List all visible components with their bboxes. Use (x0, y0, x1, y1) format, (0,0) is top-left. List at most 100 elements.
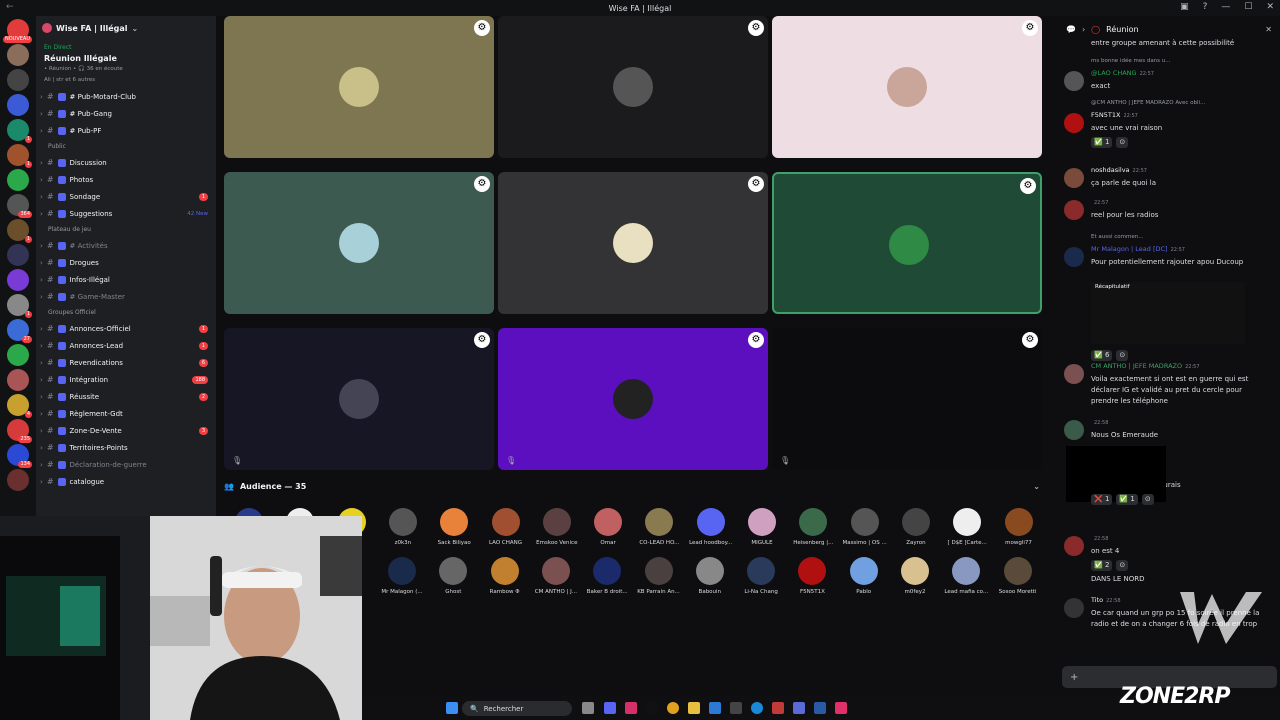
channel-item[interactable]: › # Discussion (36, 154, 216, 171)
minimize-icon[interactable]: — (1221, 2, 1230, 12)
server-icon[interactable] (7, 344, 29, 366)
avatar[interactable] (1064, 247, 1084, 267)
server-icon[interactable] (7, 44, 29, 66)
plus-icon[interactable]: + (1070, 672, 1078, 683)
app-icon[interactable] (814, 702, 826, 714)
attachment-image[interactable]: Récapitulatif (1091, 282, 1245, 344)
avatar[interactable] (1064, 598, 1084, 618)
video-tile[interactable]: ⚙ (498, 172, 768, 314)
chevron-down-icon[interactable]: ⌄ (1033, 482, 1040, 491)
channel-category[interactable]: Plateau de jeu (36, 222, 216, 237)
app-icon[interactable] (730, 702, 742, 714)
video-tile[interactable]: ⚙ (772, 172, 1042, 314)
reaction-chip[interactable]: ⊙ (1116, 137, 1129, 148)
video-tile[interactable]: ⚙ (224, 16, 494, 158)
channel-item[interactable]: › # catalogue (36, 473, 216, 490)
avatar[interactable] (1064, 168, 1084, 188)
reply-preview[interactable]: @CM ANTHO | JEFE MADRAZO Avec obli... (1091, 100, 1205, 106)
message-author[interactable]: Mr Malagon | Lead [DC] 22:57 (1091, 245, 1185, 253)
video-tile[interactable]: ⚙ 🎙 (772, 328, 1042, 470)
guild-header[interactable]: Wise FA | Illégal ⌄ (36, 16, 216, 40)
channel-item[interactable]: › # Réussite 2 (36, 388, 216, 405)
tiktok-icon[interactable] (646, 702, 658, 714)
video-tile[interactable]: ⚙ 🎙 (224, 328, 494, 470)
reaction-chip[interactable]: ✅ 1 (1116, 494, 1138, 505)
channel-item[interactable]: › # Règlement-Gdt (36, 405, 216, 422)
back-icon[interactable]: ← (6, 2, 14, 12)
message-author[interactable]: CM ANTHO | JEFE MADRAZO 22:57 (1091, 362, 1200, 370)
audience-member[interactable]: Sosoo Moretti (988, 557, 1048, 595)
video-tile[interactable]: ⚙ (224, 172, 494, 314)
reply-preview[interactable]: Et aussi commen... (1091, 234, 1143, 240)
audience-member[interactable]: mowgli77 (989, 508, 1049, 546)
channel-item[interactable]: › # Drogues (36, 254, 216, 271)
channel-category[interactable]: Groupes Officiel (36, 305, 216, 320)
server-icon[interactable]: NOUVEAU (3, 19, 32, 43)
video-tile[interactable]: ⚙ 🎙 (498, 328, 768, 470)
discord-app-icon[interactable] (604, 702, 616, 714)
message-author[interactable]: 22:57 (1091, 198, 1108, 206)
server-icon[interactable]: 1 (7, 119, 32, 143)
channel-item[interactable]: › # Suggestions 42 New (36, 205, 216, 222)
stream-settings-icon[interactable]: ⚙ (748, 176, 764, 192)
channel-item[interactable]: › # Photos (36, 171, 216, 188)
inbox-icon[interactable]: ▣ (1180, 2, 1189, 12)
server-icon[interactable]: 134 (7, 444, 32, 468)
app-icon[interactable] (625, 702, 637, 714)
taskbar-search[interactable]: 🔍 Rechercher (462, 701, 572, 716)
task-view-icon[interactable] (582, 702, 594, 714)
stage-panel[interactable]: En Direct Réunion Illégale • Réunion • 🎧… (36, 40, 216, 88)
channel-item[interactable]: › # Sondage 1 (36, 188, 216, 205)
tiktok-icon[interactable] (835, 702, 847, 714)
channel-item[interactable]: › # # Pub-Motard-Club (36, 88, 216, 105)
stream-settings-icon[interactable]: ⚙ (474, 20, 490, 36)
stream-settings-icon[interactable]: ⚙ (1022, 332, 1038, 348)
server-icon[interactable]: 1 (7, 294, 32, 318)
message-author[interactable]: Tito 22:58 (1091, 596, 1121, 604)
server-icon[interactable]: 1 (7, 144, 32, 168)
reply-preview[interactable]: ms bonne idée mes dans u... (1091, 58, 1171, 64)
message-author[interactable]: F5N5T1X 22:57 (1091, 111, 1138, 119)
app-icon[interactable] (772, 702, 784, 714)
channel-item[interactable]: › # Annonces-Lead 1 (36, 337, 216, 354)
channel-item[interactable]: › # Revendications 6 (36, 354, 216, 371)
avatar[interactable] (1064, 71, 1084, 91)
server-icon[interactable]: 235 (7, 419, 32, 443)
close-icon[interactable]: ✕ (1265, 25, 1272, 34)
channel-item[interactable]: › # Annonces-Officiel 1 (36, 320, 216, 337)
windows-start-icon[interactable] (446, 702, 458, 714)
audience-header[interactable]: 👥 Audience — 35 ⌄ (224, 478, 1044, 494)
reaction-chip[interactable]: ✅ 2 (1091, 560, 1113, 571)
stream-settings-icon[interactable]: ⚙ (474, 176, 490, 192)
server-icon[interactable] (7, 94, 29, 116)
server-icon[interactable]: 1 (7, 219, 32, 243)
video-tile[interactable]: ⚙ (498, 16, 768, 158)
reaction-chip[interactable]: ❌ 1 (1091, 494, 1113, 505)
avatar[interactable] (1064, 420, 1084, 440)
message-author[interactable]: @LAO CHANG 22:57 (1091, 69, 1154, 77)
channel-item[interactable]: › # Territoires-Points (36, 439, 216, 456)
reaction-chip[interactable]: ⊙ (1116, 350, 1129, 361)
server-icon[interactable] (7, 269, 29, 291)
edge-icon[interactable] (751, 702, 763, 714)
channel-item[interactable]: › # # Activités (36, 237, 216, 254)
server-icon[interactable]: 4 (7, 394, 32, 418)
server-icon[interactable] (7, 69, 29, 91)
help-icon[interactable]: ? (1203, 2, 1208, 12)
channel-item[interactable]: › # Intégration 188 (36, 371, 216, 388)
server-icon[interactable]: 27 (7, 319, 32, 343)
channel-item[interactable]: › # Zone-De-Vente 3 (36, 422, 216, 439)
folder-icon[interactable] (688, 702, 700, 714)
reaction-chip[interactable]: ⊙ (1141, 494, 1154, 505)
channel-category[interactable]: Public (36, 139, 216, 154)
reaction-chip[interactable]: ✅ 6 (1091, 350, 1113, 361)
channel-item[interactable]: › # Infos-Illégal (36, 271, 216, 288)
message-author[interactable]: noshdasilva 22:57 (1091, 166, 1147, 174)
server-icon[interactable] (7, 169, 29, 191)
stream-settings-icon[interactable]: ⚙ (1020, 178, 1036, 194)
avatar[interactable] (1064, 113, 1084, 133)
vscode-icon[interactable] (709, 702, 721, 714)
channel-item[interactable]: › # # Game-Master (36, 288, 216, 305)
server-icon[interactable] (7, 469, 29, 491)
stream-settings-icon[interactable]: ⚙ (474, 332, 490, 348)
